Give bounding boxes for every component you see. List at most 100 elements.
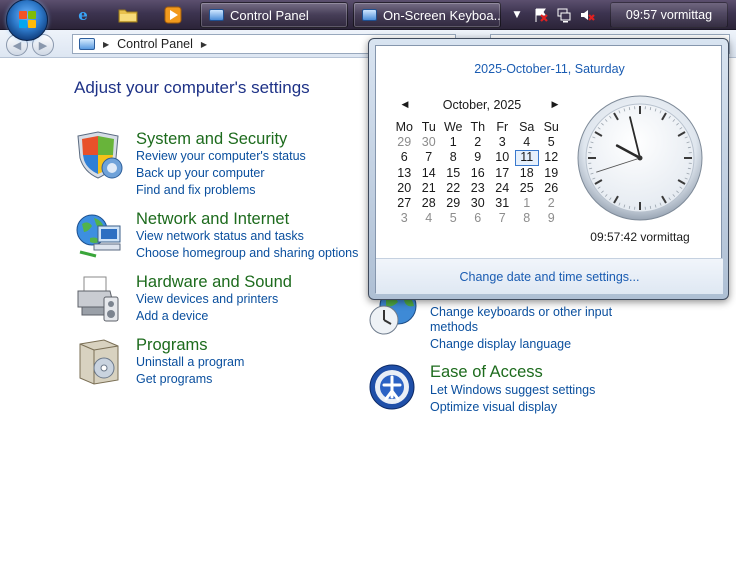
calendar-day[interactable]: 30 xyxy=(466,196,491,211)
calendar-day[interactable]: 4 xyxy=(515,135,540,150)
calendar-day[interactable]: 23 xyxy=(466,181,491,196)
calendar-day[interactable]: 7 xyxy=(417,150,442,165)
calendar-day[interactable]: 29 xyxy=(441,196,466,211)
date-time-flyout: 2025-October-11, Saturday ◀ October, 202… xyxy=(368,38,729,300)
breadcrumb-chevron-icon[interactable]: ▶ xyxy=(201,40,207,49)
calendar-day[interactable]: 15 xyxy=(441,166,466,181)
link-add-device[interactable]: Add a device xyxy=(136,309,208,323)
calendar-day[interactable]: 3 xyxy=(392,211,417,226)
calendar-day[interactable]: 26 xyxy=(539,181,564,196)
link-windows-suggest-settings[interactable]: Let Windows suggest settings xyxy=(430,383,595,397)
taskbar-button-label: On-Screen Keyboa... xyxy=(383,7,501,23)
calendar-day[interactable]: 19 xyxy=(539,166,564,181)
forward-arrow-icon: ▶ xyxy=(38,38,48,52)
calendar-day[interactable]: 9 xyxy=(539,211,564,226)
digital-time: 09:57:42 vormittag xyxy=(590,230,690,244)
flyout-content: 2025-October-11, Saturday ◀ October, 202… xyxy=(375,45,723,294)
keyboard-icon xyxy=(362,9,377,21)
calendar-day[interactable]: 1 xyxy=(441,135,466,150)
media-player-icon[interactable] xyxy=(162,4,184,26)
calendar-day[interactable]: 10 xyxy=(490,150,515,165)
windows-logo-icon xyxy=(19,11,37,29)
calendar-day[interactable]: 17 xyxy=(490,166,515,181)
breadcrumb-control-panel[interactable]: Control Panel xyxy=(117,37,193,51)
control-panel-icon xyxy=(209,9,224,21)
action-center-flag-icon[interactable] xyxy=(533,7,549,23)
calendar-day[interactable]: 20 xyxy=(392,181,417,196)
long-date-link[interactable]: 2025-October-11, Saturday xyxy=(376,62,723,76)
tray-clock-time: 09:57 vormittag xyxy=(625,8,713,22)
network-icon[interactable] xyxy=(556,7,572,23)
chevron-right-icon: ▶ xyxy=(551,100,559,110)
calendar-day[interactable]: 7 xyxy=(490,211,515,226)
calendar-day[interactable]: 6 xyxy=(392,150,417,165)
calendar-day[interactable]: 5 xyxy=(539,135,564,150)
change-date-time-settings-link[interactable]: Change date and time settings... xyxy=(460,270,640,284)
link-change-keyboards[interactable]: Change keyboards or other input methods xyxy=(430,305,620,335)
category-title[interactable]: Hardware and Sound xyxy=(136,273,292,292)
calendar-day[interactable]: 2 xyxy=(539,196,564,211)
link-get-programs[interactable]: Get programs xyxy=(136,372,212,386)
link-back-up[interactable]: Back up your computer xyxy=(136,166,265,180)
calendar-day[interactable]: 1 xyxy=(515,196,540,211)
calendar-day[interactable]: 12 xyxy=(539,150,564,165)
analog-clock xyxy=(577,95,703,221)
calendar-day[interactable]: 8 xyxy=(515,211,540,226)
calendar-day[interactable]: 5 xyxy=(441,211,466,226)
calendar-day[interactable]: 28 xyxy=(417,196,442,211)
calendar-day[interactable]: 2 xyxy=(466,135,491,150)
calendar-day[interactable]: 30 xyxy=(417,135,442,150)
calendar-day[interactable]: 24 xyxy=(490,181,515,196)
category-title[interactable]: Network and Internet xyxy=(136,210,289,229)
category-title[interactable]: Programs xyxy=(136,336,208,355)
calendar-day[interactable]: 14 xyxy=(417,166,442,181)
back-arrow-icon: ◀ xyxy=(12,38,22,52)
calendar-day[interactable]: 8 xyxy=(441,150,466,165)
taskbar-button-on-screen-keyboard[interactable]: On-Screen Keyboa... xyxy=(353,2,501,28)
next-month-button[interactable]: ▶ xyxy=(548,98,562,112)
link-review-status[interactable]: Review your computer's status xyxy=(136,149,306,163)
category-title[interactable]: Ease of Access xyxy=(430,363,543,382)
taskbar-button-control-panel[interactable]: Control Panel xyxy=(200,2,348,28)
start-button[interactable] xyxy=(6,0,48,41)
link-devices-printers[interactable]: View devices and printers xyxy=(136,292,278,306)
breadcrumb-separator-icon: ▶ xyxy=(103,39,110,49)
shield-icon xyxy=(77,131,123,179)
calendar-day[interactable]: 16 xyxy=(466,166,491,181)
calendar-month-label[interactable]: October, 2025 xyxy=(402,98,562,112)
link-homegroup-sharing[interactable]: Choose homegroup and sharing options xyxy=(136,246,358,260)
internet-explorer-icon[interactable]: e xyxy=(72,4,94,26)
tray-clock[interactable]: 09:57 vormittag xyxy=(610,2,728,28)
link-uninstall-program[interactable]: Uninstall a program xyxy=(136,355,244,369)
weekday-header: Tu xyxy=(421,120,436,134)
calendar-day[interactable]: 25 xyxy=(515,181,540,196)
link-network-status[interactable]: View network status and tasks xyxy=(136,229,304,243)
calendar-day[interactable]: 9 xyxy=(466,150,491,165)
folder-icon[interactable] xyxy=(117,4,139,26)
calendar-day[interactable]: 4 xyxy=(417,211,442,226)
calendar-day[interactable]: 22 xyxy=(441,181,466,196)
page-title: Adjust your computer's settings xyxy=(74,78,310,97)
ease-of-access-icon xyxy=(369,364,415,410)
calendar-day[interactable]: 29 xyxy=(392,135,417,150)
calendar-day[interactable]: 27 xyxy=(392,196,417,211)
calendar-day[interactable]: 31 xyxy=(490,196,515,211)
calendar-day[interactable]: 6 xyxy=(466,211,491,226)
taskbar-button-label: Control Panel xyxy=(230,7,309,23)
calendar-day[interactable]: 21 xyxy=(417,181,442,196)
calendar-day[interactable]: 18 xyxy=(515,166,540,181)
calendar-day[interactable]: 13 xyxy=(392,166,417,181)
calendar-day[interactable]: 3 xyxy=(490,135,515,150)
calendar-day-today[interactable]: 11 xyxy=(514,150,539,166)
link-find-fix-problems[interactable]: Find and fix problems xyxy=(136,183,256,197)
control-panel-icon xyxy=(79,38,95,50)
category-title[interactable]: System and Security xyxy=(136,130,287,149)
link-optimize-visual-display[interactable]: Optimize visual display xyxy=(430,400,557,414)
volume-muted-icon[interactable] xyxy=(580,7,596,23)
weekday-header: We xyxy=(443,120,463,134)
taskbar: e Control Panel On-Screen Keyboa... ▼ 09… xyxy=(0,0,736,41)
link-change-display-language[interactable]: Change display language xyxy=(430,337,571,351)
show-hidden-icons-chevron[interactable]: ▼ xyxy=(509,7,525,23)
calendar-grid: Mo Tu We Th Fr Sa Su 29 30 1 2 3 4 5 6 7 8 9 10 11 12 13 14 15 1… xyxy=(392,120,564,226)
weekday-header: Th xyxy=(470,120,486,134)
